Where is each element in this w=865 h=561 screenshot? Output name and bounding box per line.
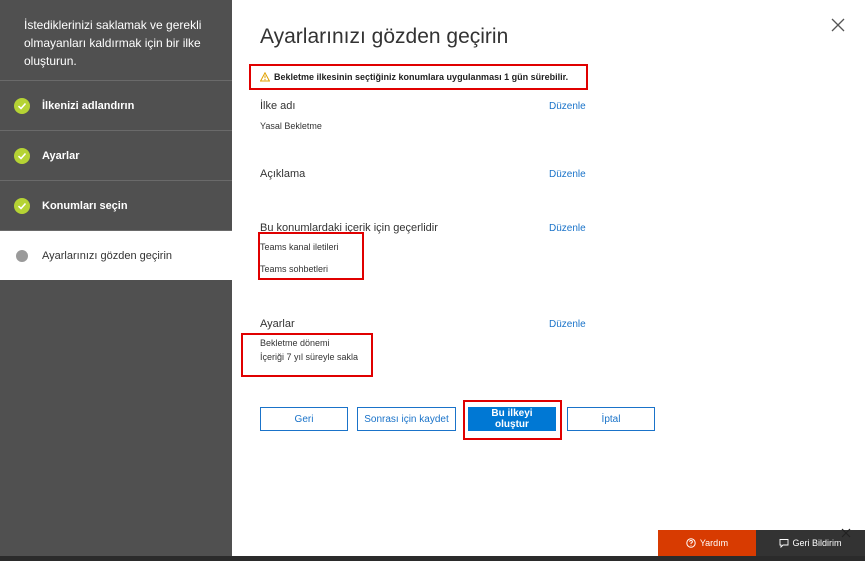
edit-description-link[interactable]: Düzenle: [549, 169, 586, 180]
step-label: Ayarlarınızı gözden geçirin: [42, 249, 173, 262]
step-review-settings[interactable]: Ayarlarınızı gözden geçirin: [0, 231, 232, 280]
page-title: Ayarlarınızı gözden geçirin: [260, 25, 509, 48]
edit-policy-name-link[interactable]: Düzenle: [549, 101, 586, 112]
warning-text: Bekletme ilkesinin seçtiğiniz konumlara …: [274, 72, 569, 82]
warning-banner: Bekletme ilkesinin seçtiğiniz konumlara …: [260, 72, 568, 82]
current-step-dot-icon: [16, 249, 28, 262]
save-for-later-button[interactable]: Sonrası için kaydet: [357, 407, 456, 431]
wizard-sidebar: İstediklerinizi saklamak ve gerekli olma…: [0, 0, 232, 556]
feedback-icon: [780, 539, 789, 548]
review-panel: Ayarlarınızı gözden geçirin Bekletme ilk…: [232, 0, 865, 556]
wizard-steps: İlkenizi adlandırın Ayarlar Konumları se…: [0, 81, 232, 280]
step-name-policy[interactable]: İlkenizi adlandırın: [0, 81, 232, 131]
step-label: İlkenizi adlandırın: [42, 99, 135, 112]
step-label: Konumları seçin: [42, 199, 128, 212]
help-button[interactable]: Yardım: [658, 530, 756, 556]
location-teams-channel: Teams kanal iletileri: [260, 242, 339, 252]
policy-name-heading: İlke adı: [260, 100, 296, 112]
step-choose-locations[interactable]: Konumları seçin: [0, 181, 232, 231]
create-policy-button[interactable]: Bu ilkeyi oluştur: [468, 407, 556, 431]
retention-period-label: Bekletme dönemi: [260, 338, 330, 348]
check-icon: [14, 147, 30, 164]
step-settings[interactable]: Ayarlar: [0, 131, 232, 181]
description-heading: Açıklama: [260, 168, 306, 180]
cancel-button[interactable]: İptal: [567, 407, 655, 431]
warning-icon: [260, 72, 270, 82]
edit-locations-link[interactable]: Düzenle: [549, 223, 586, 234]
sidebar-description: İstediklerinizi saklamak ve gerekli olma…: [0, 0, 232, 81]
back-button[interactable]: Geri: [260, 407, 348, 431]
step-label: Ayarlar: [42, 149, 80, 162]
close-icon[interactable]: [831, 18, 845, 32]
help-label: Yardım: [699, 538, 729, 548]
close-feedback-icon[interactable]: [841, 528, 851, 538]
location-teams-chats: Teams sohbetleri: [260, 264, 329, 274]
help-icon: [686, 538, 696, 548]
settings-heading: Ayarlar: [260, 318, 295, 330]
feedback-label: Geri Bildirim: [792, 538, 842, 548]
taskbar-strip: [0, 556, 865, 561]
edit-settings-link[interactable]: Düzenle: [549, 319, 586, 330]
policy-name-value: Yasal Bekletme: [260, 121, 322, 131]
check-icon: [14, 97, 30, 114]
check-icon: [14, 197, 30, 214]
retention-period-value: İçeriği 7 yıl süreyle sakla: [260, 352, 359, 362]
